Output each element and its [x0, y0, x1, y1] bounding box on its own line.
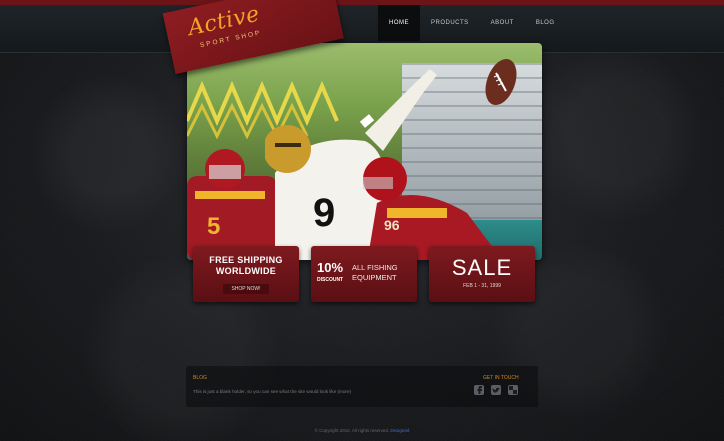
- fishing-text-line2: EQUIPMENT: [352, 273, 397, 282]
- footer-panel: BLOG This is just a blank holder, so you…: [186, 366, 538, 407]
- sale-banner[interactable]: SALE FEB 1 - 31, 1999: [429, 246, 535, 302]
- shipping-title-line2: WORLDWIDE: [215, 266, 277, 276]
- jersey-number-left: 5: [207, 213, 221, 240]
- shipping-title-line1: FREE SHIPPING: [209, 255, 283, 265]
- copyright-footer: © Copyright 2010. All rights reserved. D…: [0, 428, 724, 433]
- nav-item-products[interactable]: PRODUCTS: [420, 5, 480, 41]
- fishing-discount-banner[interactable]: 10% DISCOUNT ALL FISHING EQUIPMENT: [311, 246, 417, 302]
- sale-title: SALE: [451, 255, 513, 280]
- free-shipping-banner[interactable]: FREE SHIPPING WORLDWIDE SHOP NOW!: [193, 246, 299, 302]
- get-in-touch-heading: GET IN TOUCH: [483, 375, 519, 381]
- jersey-number-96: 96: [384, 217, 400, 233]
- discount-percent: 10%: [317, 260, 344, 275]
- social-links: [474, 385, 518, 395]
- sale-dates: FEB 1 - 31, 1999: [463, 283, 501, 289]
- twitter-icon[interactable]: [491, 385, 501, 395]
- nav-item-about[interactable]: ABOUT: [480, 5, 525, 41]
- shop-now-button[interactable]: SHOP NOW!: [223, 284, 269, 294]
- jersey-number-9: 9: [313, 191, 336, 235]
- main-nav: HOME PRODUCTS ABOUT BLOG: [378, 5, 566, 41]
- copyright-text: © Copyright 2010. All rights reserved.: [314, 428, 390, 433]
- blog-heading: BLOG: [193, 375, 207, 381]
- fishing-text-line1: ALL FISHING: [352, 263, 398, 272]
- hero-image: 5 9 96: [187, 43, 542, 260]
- delicious-icon[interactable]: [508, 385, 518, 395]
- football-icon: [485, 58, 517, 106]
- blog-text: This is just a blank holder, so you can …: [193, 389, 352, 394]
- nav-item-home[interactable]: HOME: [378, 5, 420, 41]
- footer-link[interactable]: Designed: [390, 428, 409, 433]
- nav-item-blog[interactable]: BLOG: [525, 5, 566, 41]
- facebook-icon[interactable]: [474, 385, 484, 395]
- discount-label: DISCOUNT: [317, 277, 344, 283]
- red-player-right: [363, 157, 497, 260]
